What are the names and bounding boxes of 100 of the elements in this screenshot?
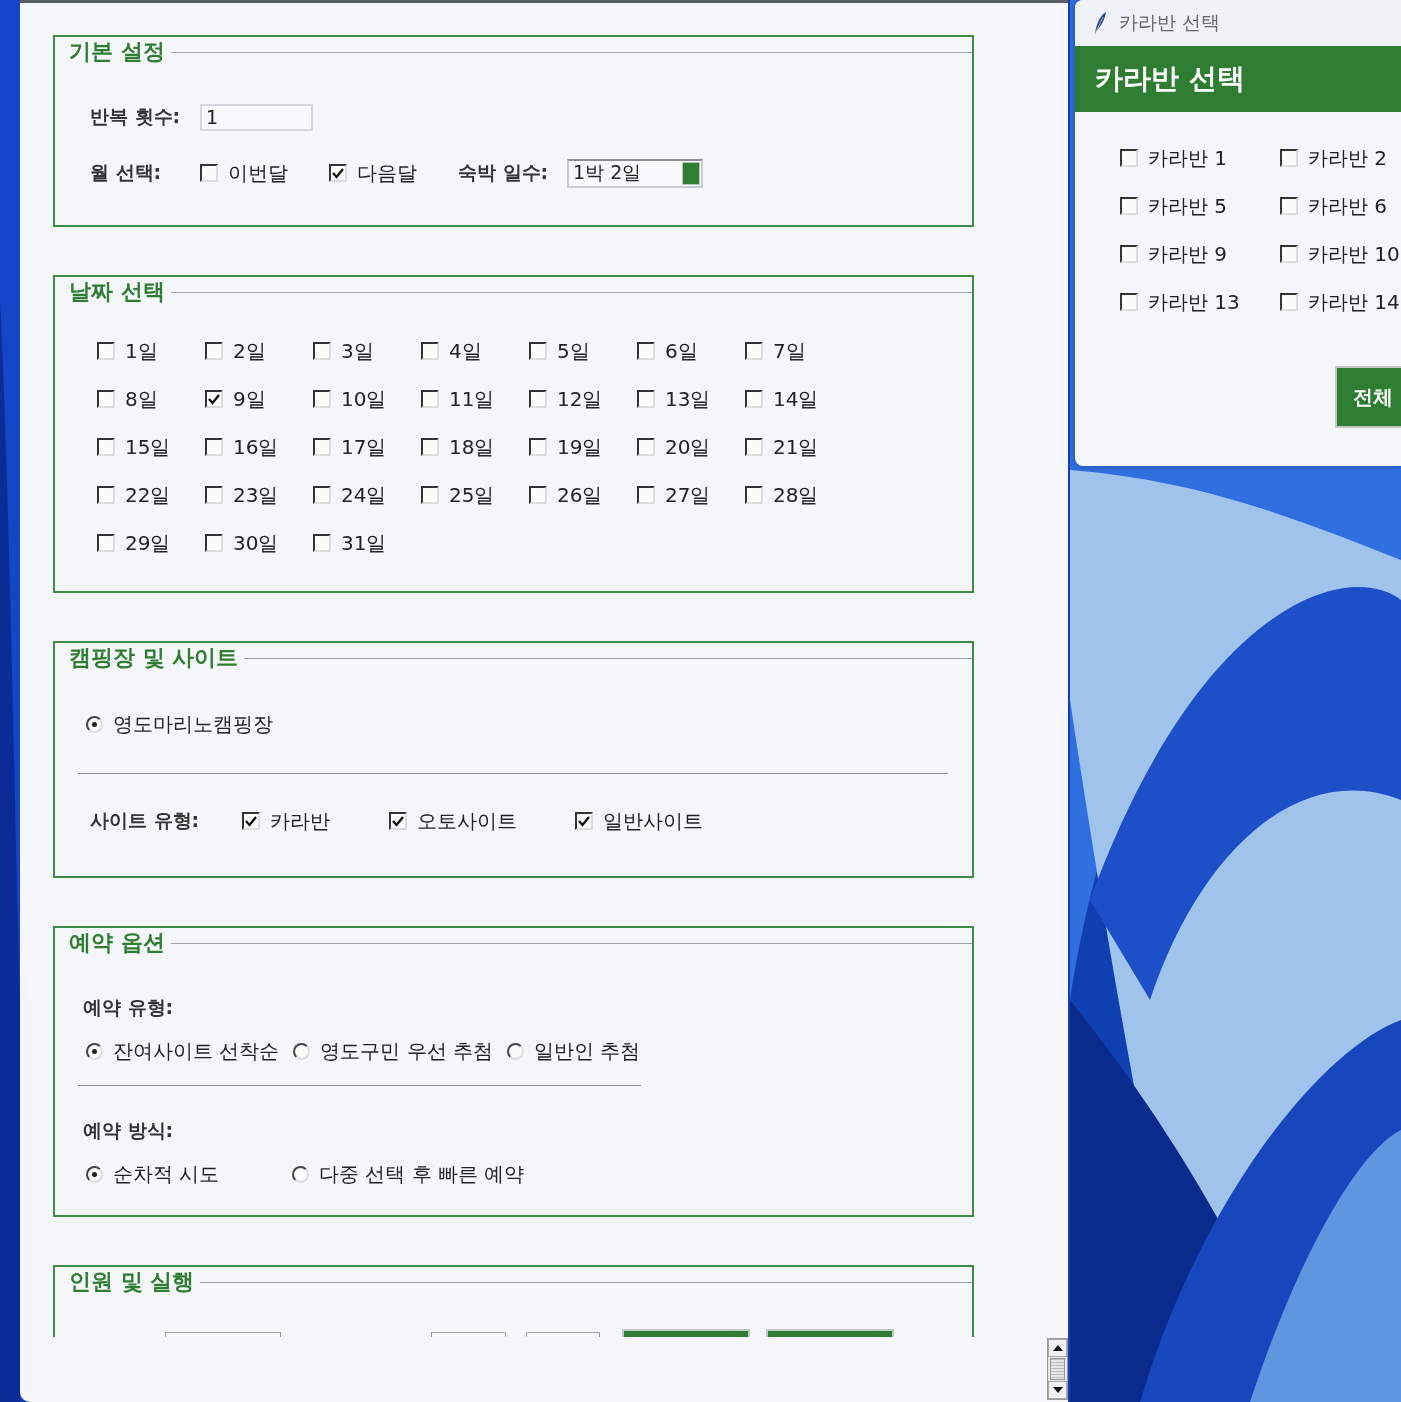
dialog-heading: 카라반 선택 xyxy=(1095,61,1245,97)
radio-button[interactable] xyxy=(86,1165,103,1183)
option-label: 다중 선택 후 빠른 예약 xyxy=(319,1160,525,1188)
field-label: 월 선택: xyxy=(90,160,163,185)
checkbox[interactable] xyxy=(745,438,763,456)
field-label: 예약 방식: xyxy=(83,1118,174,1143)
scroll-up-icon[interactable] xyxy=(1052,1345,1063,1351)
radio-button[interactable] xyxy=(86,715,103,733)
checkbox[interactable] xyxy=(97,438,115,456)
checkbox[interactable] xyxy=(1280,197,1298,215)
checkbox[interactable] xyxy=(242,812,260,830)
option-label: 23일 xyxy=(233,481,279,509)
checkbox[interactable] xyxy=(421,438,439,456)
checkbox[interactable] xyxy=(313,438,331,456)
checkbox[interactable] xyxy=(421,342,439,360)
option-label: 카라반 1 xyxy=(1148,144,1228,172)
checkbox[interactable] xyxy=(745,390,763,408)
input-field[interactable] xyxy=(526,1332,600,1337)
option-label: 14일 xyxy=(773,385,819,413)
checkbox[interactable] xyxy=(97,342,115,360)
radio-button[interactable] xyxy=(86,1042,103,1060)
checkbox[interactable] xyxy=(1280,245,1298,263)
group-title: 캠핑장 및 사이트 xyxy=(69,644,240,672)
checkbox[interactable] xyxy=(637,486,655,504)
field-label: 예약 유형: xyxy=(83,995,174,1020)
checkbox[interactable] xyxy=(575,812,593,830)
group-title: 날짜 선택 xyxy=(69,278,166,306)
nights-dropdown[interactable]: 1박 2일 xyxy=(567,158,703,188)
checkbox[interactable] xyxy=(637,390,655,408)
option-label: 31일 xyxy=(341,529,387,557)
action-button[interactable] xyxy=(766,1329,894,1337)
checkbox[interactable] xyxy=(529,390,547,408)
checkbox[interactable] xyxy=(389,812,407,830)
option-label: 카라반 5 xyxy=(1148,192,1228,220)
radio-button[interactable] xyxy=(292,1165,309,1183)
checkbox[interactable] xyxy=(1280,293,1298,311)
scrollbar[interactable] xyxy=(1047,1338,1068,1400)
checkbox[interactable] xyxy=(421,390,439,408)
option-label: 1일 xyxy=(125,337,158,365)
checkbox[interactable] xyxy=(745,486,763,504)
checkbox[interactable] xyxy=(637,438,655,456)
checkbox[interactable] xyxy=(529,486,547,504)
checkbox[interactable] xyxy=(313,390,331,408)
checkbox[interactable] xyxy=(97,390,115,408)
option-label: 9일 xyxy=(233,385,266,413)
field-label: 사이트 유형: xyxy=(90,808,201,833)
checkbox[interactable] xyxy=(205,486,223,504)
checkbox[interactable] xyxy=(205,390,223,408)
checkbox[interactable] xyxy=(313,342,331,360)
field-label: 숙박 일수: xyxy=(458,160,550,185)
checkbox[interactable] xyxy=(205,534,223,552)
checkbox[interactable] xyxy=(313,486,331,504)
option-label: 13일 xyxy=(665,385,711,413)
checkbox[interactable] xyxy=(205,438,223,456)
checkbox[interactable] xyxy=(745,342,763,360)
option-label: 카라반 xyxy=(270,807,330,835)
select-all-button[interactable]: 전체 xyxy=(1335,366,1401,428)
radio-button[interactable] xyxy=(293,1042,311,1060)
option-label: 27일 xyxy=(665,481,711,509)
scroll-down-icon[interactable] xyxy=(1052,1387,1063,1393)
checkbox[interactable] xyxy=(200,164,218,182)
checkbox[interactable] xyxy=(97,534,115,552)
checkbox[interactable] xyxy=(329,164,347,182)
action-button[interactable] xyxy=(622,1329,750,1337)
input-field[interactable] xyxy=(165,1332,281,1337)
option-label: 이번달 xyxy=(228,159,288,187)
checkbox[interactable] xyxy=(1120,197,1138,215)
option-label: 12일 xyxy=(557,385,603,413)
option-label: 카라반 2 xyxy=(1308,144,1388,172)
option-label: 8일 xyxy=(125,385,158,413)
radio-button[interactable] xyxy=(507,1042,525,1060)
checkbox[interactable] xyxy=(1120,149,1138,167)
checkbox[interactable] xyxy=(421,486,439,504)
option-label: 26일 xyxy=(557,481,603,509)
field-label: 반복 횟수: xyxy=(90,104,182,129)
option-label: 7일 xyxy=(773,337,806,365)
option-label: 6일 xyxy=(665,337,698,365)
input-field[interactable] xyxy=(431,1332,506,1337)
option-label: 5일 xyxy=(557,337,590,365)
option-label: 21일 xyxy=(773,433,819,461)
checkbox[interactable] xyxy=(1120,293,1138,311)
checkbox[interactable] xyxy=(205,342,223,360)
option-label: 카라반 10 xyxy=(1308,240,1400,268)
option-label: 카라반 13 xyxy=(1148,288,1240,316)
option-label: 30일 xyxy=(233,529,279,557)
option-label: 4일 xyxy=(449,337,482,365)
checkbox[interactable] xyxy=(529,438,547,456)
option-label: 순차적 시도 xyxy=(113,1160,220,1188)
option-label: 2일 xyxy=(233,337,266,365)
checkbox[interactable] xyxy=(1280,149,1298,167)
checkbox[interactable] xyxy=(313,534,331,552)
checkbox[interactable] xyxy=(97,486,115,504)
repeat-count-field[interactable]: 1 xyxy=(200,103,313,131)
option-label: 카라반 9 xyxy=(1148,240,1228,268)
checkbox[interactable] xyxy=(637,342,655,360)
checkbox[interactable] xyxy=(529,342,547,360)
checkbox[interactable] xyxy=(1120,245,1138,263)
option-label: 17일 xyxy=(341,433,387,461)
feather-icon xyxy=(1093,11,1107,35)
option-label: 11일 xyxy=(449,385,495,413)
